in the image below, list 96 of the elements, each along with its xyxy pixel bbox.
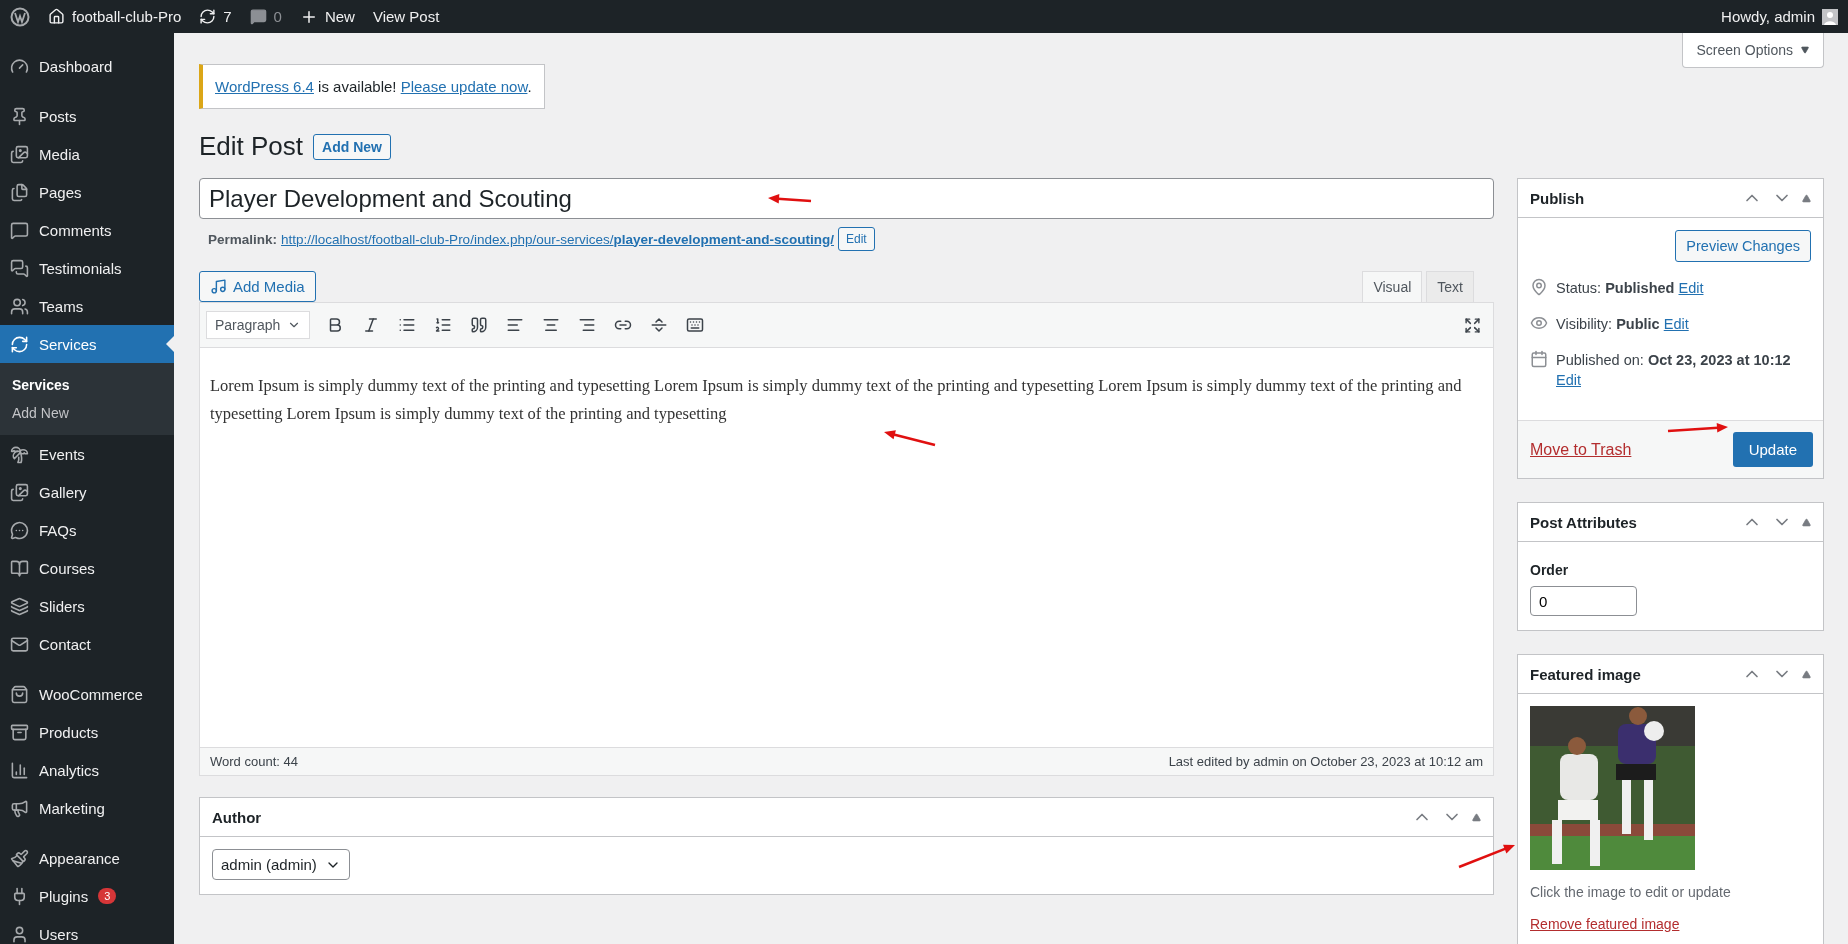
add-media-button[interactable]: Add Media: [199, 271, 316, 302]
remove-image-link[interactable]: Remove featured image: [1530, 916, 1680, 932]
panel-title: Publish: [1530, 189, 1585, 207]
updates-link[interactable]: 7: [199, 8, 232, 25]
permalink-link[interactable]: http://localhost/football-club-Pro/index.php/our-services/player-development-and-scouting/: [281, 231, 834, 247]
pin-icon: [10, 106, 29, 126]
megaphone-icon: [10, 798, 29, 818]
permalink-label: Permalink:: [208, 231, 278, 247]
last-edited: Last edited by admin on October 23, 2023 at 10:12 am: [1168, 754, 1483, 769]
editor-tab[interactable]: Visual: [1362, 271, 1423, 302]
collapse-icon[interactable]: [1802, 669, 1811, 679]
format-select[interactable]: Paragraph: [206, 311, 310, 339]
comments-icon: [10, 258, 29, 278]
bar-chart-icon: [10, 760, 29, 780]
sidebar-item[interactable]: Courses: [0, 549, 174, 587]
collapse-icon[interactable]: [1802, 193, 1811, 203]
collapse-icon[interactable]: [1802, 517, 1811, 527]
author-select[interactable]: admin (admin): [212, 849, 350, 880]
archive-icon: [10, 722, 29, 742]
order-label: Order: [1530, 562, 1570, 578]
sidebar-item[interactable]: Posts: [0, 97, 174, 135]
sidebar-item[interactable]: Comments: [0, 211, 174, 249]
sidebar-item[interactable]: Sliders: [0, 587, 174, 625]
palm-tree-icon: [10, 444, 29, 464]
edit-link[interactable]: Edit: [1663, 316, 1689, 332]
sidebar-item[interactable]: Teams: [0, 287, 174, 325]
panel-title: Author: [212, 808, 262, 826]
layers-icon: [10, 596, 29, 616]
add-new-button[interactable]: Add New: [313, 133, 391, 160]
link[interactable]: WordPress 6.4: [215, 78, 314, 95]
home-icon: [48, 8, 65, 25]
preview-changes-button[interactable]: Preview Changes: [1675, 230, 1811, 262]
sidebar-item[interactable]: Contact: [0, 625, 174, 663]
collapse-icon[interactable]: [1472, 812, 1481, 822]
sidebar-item[interactable]: Pages: [0, 173, 174, 211]
new-link[interactable]: New: [299, 7, 355, 26]
panel-title: Post Attributes: [1530, 513, 1637, 531]
image-caption: Click the image to edit or update: [1530, 884, 1732, 900]
page-title: Edit Post: [199, 131, 304, 162]
mail-icon: [10, 634, 29, 654]
sidebar-item[interactable]: Users: [0, 915, 174, 944]
word-count: Word count: 44: [210, 754, 298, 769]
sidebar-item[interactable]: Events: [0, 435, 174, 473]
publish-info: Visibility: Public Edit: [1530, 314, 1811, 334]
avatar-icon: [1822, 8, 1838, 25]
submenu-item[interactable]: Services: [0, 371, 174, 399]
sidebar-item[interactable]: Analytics: [0, 751, 174, 789]
update-notice: WordPress 6.4 is available! Please update now.: [199, 64, 545, 109]
view-post-link[interactable]: View Post: [372, 8, 440, 25]
user-icon: [10, 924, 29, 944]
pages-icon: [10, 182, 29, 202]
sidebar-item[interactable]: Plugins 3: [0, 877, 174, 915]
comments-link[interactable]: 0: [249, 8, 282, 25]
move-to-trash-link[interactable]: Move to Trash: [1530, 440, 1632, 459]
edit-link[interactable]: Edit: [1678, 280, 1704, 296]
sidebar-item[interactable]: Media: [0, 135, 174, 173]
sidebar-item[interactable]: WooCommerce: [0, 675, 174, 713]
sidebar-item[interactable]: Dashboard: [0, 47, 174, 85]
dashboard-icon: [10, 56, 29, 76]
pin-icon: [1530, 278, 1548, 296]
edit-link[interactable]: Edit: [1556, 372, 1581, 388]
screen-options-button[interactable]: Screen Options: [1681, 33, 1824, 68]
post-content: Lorem Ipsum is simply dummy text of the printing and typesetting Lorem Ipsum is simply dummy text of the printing and typesetting Lorem Ipsum is simply dummy text of the printing and typesetting Lorem Ipsum is simply dummy text of the printing and typesetting: [210, 375, 1463, 425]
eye-icon: [1530, 314, 1548, 332]
sidebar-item[interactable]: Testimonials: [0, 249, 174, 287]
people-icon: [10, 296, 29, 316]
chat-icon: [10, 520, 29, 540]
publish-info: Status: Published Edit: [1530, 278, 1811, 298]
panel-title: Featured image: [1530, 665, 1641, 683]
link[interactable]: Please update now: [400, 78, 528, 95]
wordpress-logo-icon[interactable]: [10, 6, 30, 27]
editor-tab[interactable]: Text: [1426, 271, 1474, 302]
bag-icon: [10, 684, 29, 704]
sidebar-item[interactable]: FAQs: [0, 511, 174, 549]
calendar-icon: [1530, 350, 1548, 368]
title-field[interactable]: Player Development and Scouting: [199, 178, 1494, 219]
caret-icon: [1801, 46, 1809, 54]
count-badge: 3: [98, 888, 117, 904]
refresh-icon: [10, 334, 29, 354]
refresh-icon: [199, 8, 217, 25]
update-button[interactable]: Update: [1732, 432, 1813, 467]
sidebar-item[interactable]: Appearance: [0, 839, 174, 877]
submenu-item[interactable]: Add New: [0, 399, 174, 427]
brush-icon: [10, 848, 29, 868]
publish-info: Published on: Oct 23, 2023 at 10:12 Edit: [1530, 350, 1811, 390]
site-link[interactable]: football-club-Pro: [48, 8, 182, 25]
order-field[interactable]: 0: [1530, 586, 1637, 616]
comment-icon: [10, 220, 29, 240]
sidebar-item[interactable]: Marketing: [0, 789, 174, 827]
account-menu[interactable]: Howdy, admin: [1721, 8, 1838, 25]
sidebar-item[interactable]: Services: [0, 325, 174, 363]
edit-button[interactable]: Edit: [838, 227, 875, 251]
sidebar-item[interactable]: Products: [0, 713, 174, 751]
comment-icon: [249, 8, 267, 25]
book-icon: [10, 558, 29, 578]
sidebar-item[interactable]: Gallery: [0, 473, 174, 511]
